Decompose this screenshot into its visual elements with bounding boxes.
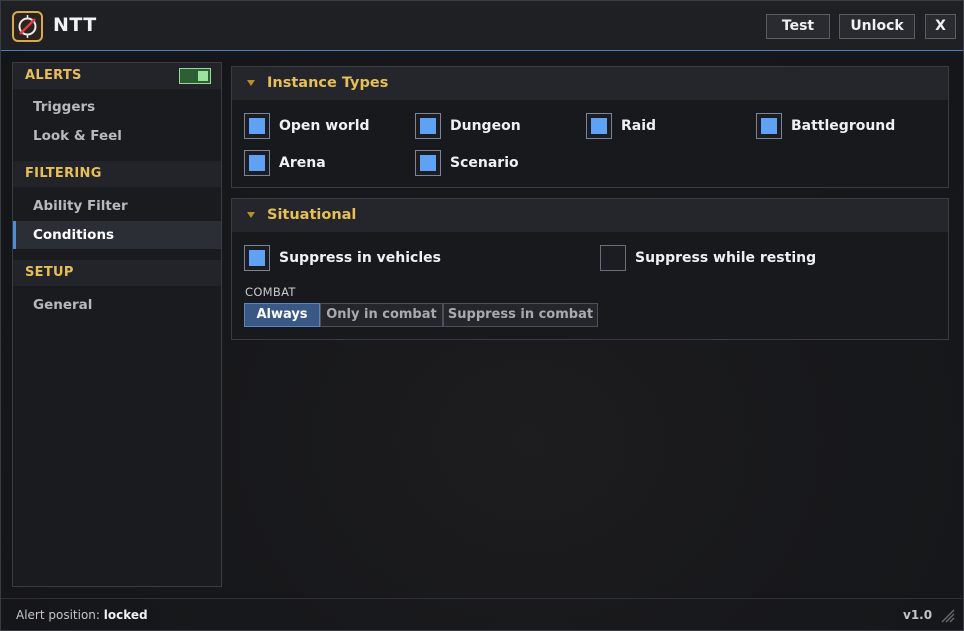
situational-panel: Situational Suppress in vehicles Suppres… [231,198,949,340]
collapse-caret-icon [247,80,255,86]
unlock-button[interactable]: Unlock [839,14,915,39]
checkbox[interactable] [415,113,441,139]
checkbox[interactable] [244,113,270,139]
option-label: Battleground [791,118,896,134]
title-bar[interactable]: NTT Test Unlock X [1,1,963,51]
checkbox[interactable] [756,113,782,139]
sidebar-item-triggers[interactable]: Triggers [13,93,221,121]
option-label: Arena [279,155,326,171]
toggle-knob [198,71,208,81]
sidebar: ALERTS Triggers Look & Feel FILTERING Ab… [12,62,222,587]
instance-types-panel: Instance Types Open world Dungeon Raid B… [231,66,949,188]
app-title: NTT [53,14,97,36]
sidebar-item-look-and-feel[interactable]: Look & Feel [13,122,221,150]
sidebar-item-ability-filter[interactable]: Ability Filter [13,192,221,220]
alert-position-status: Alert position: locked [16,608,148,622]
section-title: FILTERING [25,166,102,181]
checkbox[interactable] [244,245,270,271]
test-button[interactable]: Test [766,14,830,39]
crossed-circle-logo-icon [12,11,43,42]
situational-header[interactable]: Situational [232,199,948,232]
option-label: Dungeon [450,118,521,134]
checkbox[interactable] [586,113,612,139]
sidebar-item-conditions[interactable]: Conditions [13,221,221,249]
combat-mode-always[interactable]: Always [244,303,320,327]
addon-window: NTT Test Unlock X ALERTS Triggers Look &… [0,0,964,631]
panel-title: Instance Types [267,75,389,91]
section-title: ALERTS [25,68,82,83]
option-label: Raid [621,118,657,134]
section-header-filtering: FILTERING [13,161,221,187]
alerts-toggle[interactable] [179,68,211,84]
section-title: SETUP [25,265,74,280]
section-header-setup: SETUP [13,260,221,286]
option-label: Suppress while resting [635,250,817,266]
collapse-caret-icon [247,212,255,218]
version-label: v1.0 [903,608,933,622]
option-label: Scenario [450,155,519,171]
checkbox[interactable] [415,150,441,176]
status-prefix: Alert position: [16,608,100,622]
panel-title: Situational [267,207,357,223]
checkbox[interactable] [244,150,270,176]
resize-grip-icon[interactable] [939,607,955,623]
option-label: Open world [279,118,370,134]
sidebar-item-general[interactable]: General [13,291,221,319]
instance-types-header[interactable]: Instance Types [232,67,948,100]
close-button[interactable]: X [925,14,956,39]
section-header-alerts: ALERTS [13,63,221,89]
status-value: locked [103,608,148,622]
combat-label: COMBAT [245,285,296,299]
combat-mode-only-in-combat[interactable]: Only in combat [320,303,443,327]
status-bar: Alert position: locked v1.0 [1,598,963,630]
checkbox[interactable] [600,245,626,271]
combat-mode-suppress-in-combat[interactable]: Suppress in combat [443,303,598,327]
option-label: Suppress in vehicles [279,250,441,266]
